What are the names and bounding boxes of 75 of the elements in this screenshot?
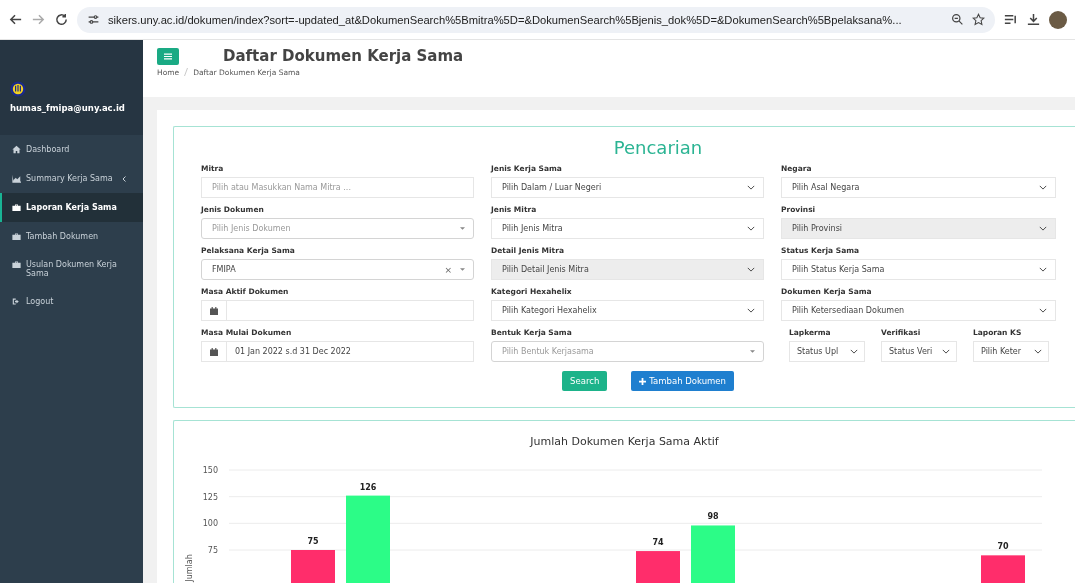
logout-icon [12, 297, 21, 306]
menu-icon [164, 52, 172, 60]
sidebar-item[interactable]: Logout [0, 287, 143, 316]
bar [981, 555, 1025, 583]
select-field[interactable]: Pilih Kategori Hexahelix [491, 300, 764, 321]
star-icon[interactable] [972, 13, 985, 26]
sidebar-item[interactable]: Summary Kerja Sama [0, 164, 143, 193]
chevron-down-icon [747, 185, 755, 190]
select-field[interactable]: Status Veri [881, 341, 957, 362]
sidebar-item[interactable]: Tambah Dokumen [0, 222, 143, 251]
page-title: Daftar Dokumen Kerja Sama [223, 47, 464, 65]
calendar-icon [210, 347, 218, 356]
chevron-down-icon [1039, 226, 1047, 231]
data-label: 74 [652, 538, 664, 548]
chevron-down-icon [1039, 185, 1047, 190]
add-document-button[interactable]: Tambah Dokumen [631, 371, 734, 391]
sidebar-item[interactable]: Laporan Kerja Sama [0, 193, 143, 222]
caret-icon [750, 350, 755, 353]
caret-icon [460, 268, 465, 271]
search-title: Pencarian [612, 137, 704, 158]
breadcrumb-separator-icon [184, 68, 189, 76]
briefcase-icon [12, 232, 21, 241]
download-icon[interactable] [1026, 12, 1041, 27]
chevron-down-icon [942, 349, 950, 354]
university-logo-icon [10, 81, 26, 97]
select-field[interactable]: Pilih Status Kerja Sama [781, 259, 1056, 280]
chevron-down-icon [850, 349, 858, 354]
caret-icon [460, 227, 465, 230]
reading-list-icon[interactable] [1003, 12, 1018, 27]
profile-avatar[interactable] [1049, 10, 1067, 29]
user-email: humas_fmipa@uny.ac.id [10, 103, 126, 113]
text-field[interactable]: Pilih atau Masukkan Nama Mitra ... [201, 177, 474, 198]
select-field[interactable]: Pilih Ketersediaan Dokumen [781, 300, 1056, 321]
menu-button[interactable] [157, 47, 179, 65]
data-label: 70 [997, 542, 1009, 552]
y-tick-label: 75 [207, 546, 218, 555]
zoom-icon[interactable] [951, 13, 964, 26]
y-axis-label: Jumlah [185, 554, 194, 582]
chart-title: Jumlah Dokumen Kerja Sama Aktif [528, 435, 720, 448]
briefcase-icon [12, 203, 21, 212]
data-label: 75 [307, 537, 319, 546]
chevron-down-icon [747, 267, 755, 272]
chevron-down-icon [1034, 349, 1042, 354]
bar [636, 551, 680, 583]
chevron-down-icon [747, 226, 755, 231]
select-field[interactable]: Pilih Keter [973, 341, 1049, 362]
back-icon[interactable] [8, 12, 23, 27]
address-bar[interactable]: sikers.uny.ac.id/dokumen/index?sort=-updated_at&DokumenSearch%5Bmitra%5D=&DokumenSearch%5Bjenis_dok%5D=&DokumenSearch%5Bpelaksana%... [77, 6, 995, 33]
chevron-down-icon [747, 308, 755, 313]
y-tick-label: 100 [202, 519, 218, 529]
sidebar-item[interactable]: Usulan Dokumen Kerja Sama [0, 251, 143, 287]
briefcase-icon [12, 260, 21, 269]
site-settings-icon[interactable] [87, 13, 100, 26]
select-field[interactable]: Pilih Dalam / Luar Negeri [491, 177, 764, 198]
y-tick-label: 150 [202, 466, 218, 475]
select-field[interactable]: Status Upl [789, 341, 865, 362]
bar [291, 550, 335, 583]
area-chart-icon [12, 174, 21, 183]
home-icon [12, 145, 21, 154]
data-label: 126 [359, 482, 377, 492]
data-label: 98 [707, 512, 719, 522]
date-range-field[interactable] [201, 300, 474, 321]
chevron-down-icon [1039, 267, 1047, 272]
reload-icon[interactable] [54, 12, 69, 27]
select-field[interactable]: Pilih Jenis Mitra [491, 218, 764, 239]
date-range-field[interactable]: 01 Jan 2022 s.d 31 Dec 2022 [201, 341, 474, 362]
select-field[interactable]: Pilih Asal Negara [781, 177, 1056, 198]
calendar-icon [210, 306, 218, 315]
bar [691, 525, 735, 583]
y-tick-label: 125 [202, 492, 218, 502]
clear-button[interactable]: × [444, 264, 452, 275]
chevron-down-icon [1039, 308, 1047, 313]
combo-field[interactable]: FMIPA × [201, 259, 474, 280]
sidebar-item[interactable]: Dashboard [0, 135, 143, 164]
plus-icon [639, 377, 647, 385]
